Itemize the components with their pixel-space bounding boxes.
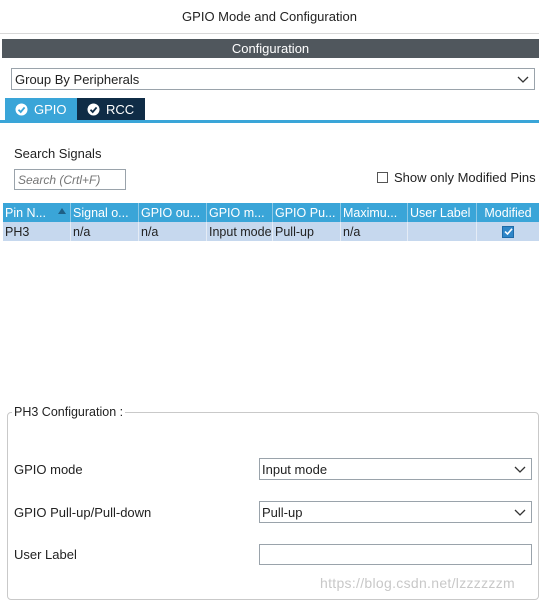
gpio-mode-dropdown[interactable]: Input mode	[259, 458, 532, 480]
tab-rcc[interactable]: RCC	[77, 98, 145, 120]
column-header-pin[interactable]: Pin N...	[3, 203, 71, 222]
cell-signal: n/a	[71, 222, 139, 241]
gpio-mode-value: Input mode	[262, 461, 328, 477]
peripheral-tabs: GPIO RCC	[5, 98, 145, 120]
column-header-label: Pin N...	[5, 205, 46, 220]
column-header-gpio-mode[interactable]: GPIO m...	[207, 203, 273, 222]
check-circle-icon	[15, 103, 28, 115]
table-row[interactable]: PH3 n/a n/a Input mode Pull-up n/a	[3, 222, 539, 241]
chevron-down-icon	[517, 76, 529, 83]
tab-gpio-label: GPIO	[34, 101, 67, 117]
column-header-maximum[interactable]: Maximu...	[341, 203, 408, 222]
cell-gpio-mode: Input mode	[207, 222, 273, 241]
column-header-gpio-pull[interactable]: GPIO Pu...	[273, 203, 341, 222]
tab-rcc-label: RCC	[106, 101, 135, 117]
user-label-input[interactable]	[259, 544, 532, 565]
tab-underline	[0, 120, 539, 123]
show-modified-checkbox[interactable]: Show only Modified Pins	[377, 170, 536, 185]
checkmark-icon	[503, 228, 513, 236]
user-label-label: User Label	[14, 547, 77, 562]
group-by-dropdown[interactable]: Group By Peripherals	[11, 68, 535, 90]
cell-modified	[477, 222, 539, 241]
cell-gpio-output: n/a	[139, 222, 207, 241]
tab-gpio[interactable]: GPIO	[5, 98, 77, 120]
chevron-down-icon	[514, 509, 526, 516]
pin-table: Pin N... Signal o... GPIO ou... GPIO m..…	[3, 203, 539, 241]
gpio-pull-value: Pull-up	[262, 504, 303, 520]
configuration-header: Configuration	[2, 39, 539, 58]
checkbox-box[interactable]	[377, 172, 388, 183]
table-header: Pin N... Signal o... GPIO ou... GPIO m..…	[3, 203, 539, 222]
gpio-pull-label: GPIO Pull-up/Pull-down	[14, 505, 152, 520]
check-circle-icon	[87, 103, 100, 115]
sort-ascending-icon	[58, 208, 66, 214]
search-input[interactable]	[14, 169, 126, 190]
cell-pin: PH3	[3, 222, 71, 241]
window-title: GPIO Mode and Configuration	[0, 0, 539, 34]
column-header-gpio-output[interactable]: GPIO ou...	[139, 203, 207, 222]
gpio-pull-dropdown[interactable]: Pull-up	[259, 501, 532, 523]
watermark: https://blog.csdn.net/lzzzzzzm	[320, 575, 515, 591]
column-header-user-label[interactable]: User Label	[408, 203, 477, 222]
column-header-modified[interactable]: Modified	[477, 203, 539, 222]
cell-gpio-pull: Pull-up	[273, 222, 341, 241]
group-by-value: Group By Peripherals	[15, 71, 140, 87]
chevron-down-icon	[514, 466, 526, 473]
gpio-mode-label: GPIO mode	[14, 462, 83, 477]
column-header-signal[interactable]: Signal o...	[71, 203, 139, 222]
pin-configuration-title: PH3 Configuration :	[12, 405, 126, 419]
cell-user-label	[408, 222, 477, 241]
search-signals-label: Search Signals	[14, 146, 102, 161]
modified-checkbox[interactable]	[502, 225, 514, 238]
show-modified-label: Show only Modified Pins	[394, 170, 536, 185]
cell-maximum: n/a	[341, 222, 408, 241]
